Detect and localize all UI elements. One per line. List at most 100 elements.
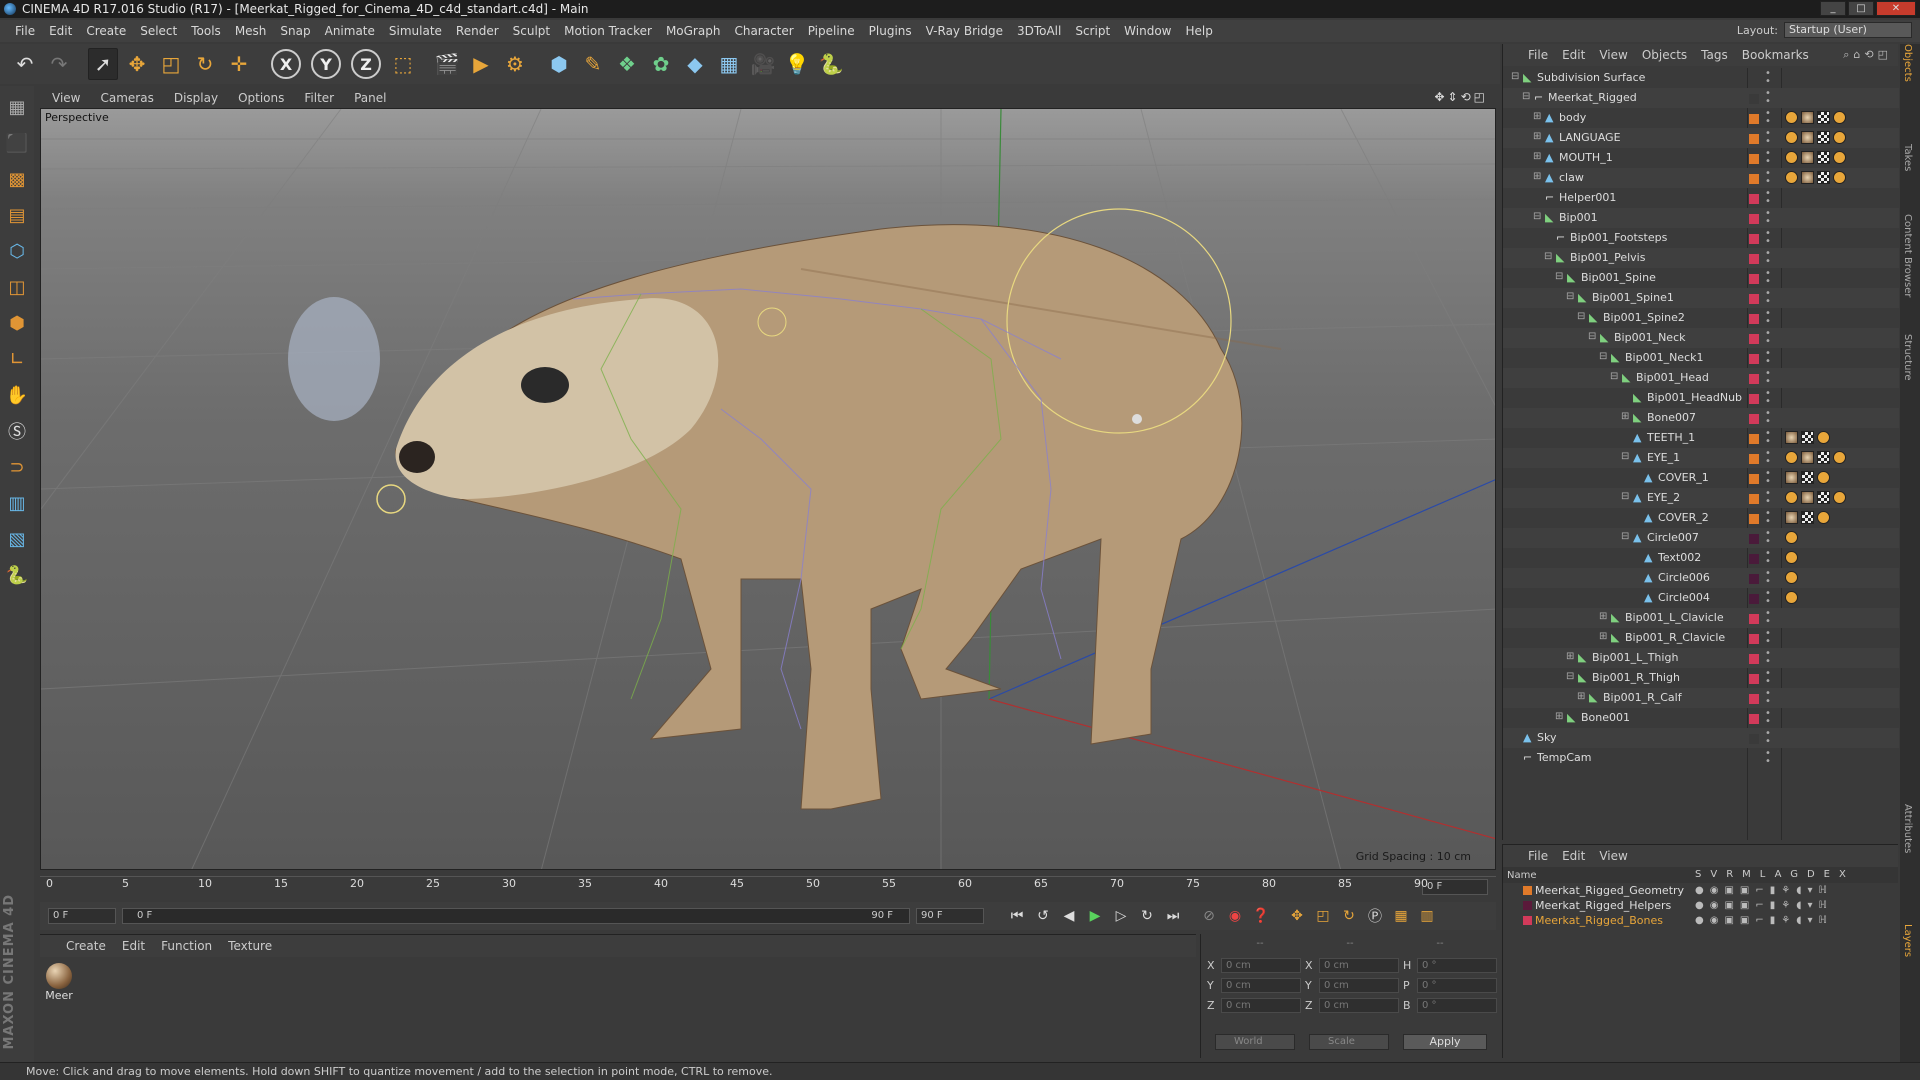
keyframe-selection-icon[interactable]: ❓: [1248, 904, 1274, 928]
object-menu-file[interactable]: File: [1521, 48, 1555, 62]
texture-tag-icon[interactable]: [1817, 131, 1830, 144]
layer-color-swatch[interactable]: [1749, 254, 1759, 264]
object-row[interactable]: ⊟ ▲ EYE_2 • •: [1503, 488, 1899, 508]
visibility-dots-icon[interactable]: • •: [1765, 69, 1771, 87]
record-keys-icon[interactable]: ⊘: [1196, 904, 1222, 928]
object-row[interactable]: ⊟ ◣ Bip001_Head • •: [1503, 368, 1899, 388]
visibility-dots-icon[interactable]: • •: [1765, 109, 1771, 127]
visibility-dots-icon[interactable]: • •: [1765, 509, 1771, 527]
x-axis-lock-button[interactable]: X: [271, 49, 301, 79]
expand-toggle-icon[interactable]: ⊟: [1577, 311, 1585, 322]
next-frame-icon[interactable]: ▷: [1108, 904, 1134, 928]
layer-color-swatch[interactable]: [1749, 534, 1759, 544]
weight-tag-icon[interactable]: [1785, 171, 1798, 184]
object-row[interactable]: ⊞ ▲ body • •: [1503, 108, 1899, 128]
object-menu-tags[interactable]: Tags: [1694, 48, 1735, 62]
object-menu-bookmarks[interactable]: Bookmarks: [1735, 48, 1816, 62]
visibility-dots-icon[interactable]: • •: [1765, 649, 1771, 667]
object-row[interactable]: ⊞ ▲ claw • •: [1503, 168, 1899, 188]
expand-toggle-icon[interactable]: ⊞: [1599, 611, 1607, 622]
visibility-dots-icon[interactable]: • •: [1765, 389, 1771, 407]
position-y-field[interactable]: 0 cm: [1221, 978, 1301, 993]
expand-toggle-icon[interactable]: ⊟: [1544, 251, 1552, 262]
visibility-dots-icon[interactable]: • •: [1765, 709, 1771, 727]
render-view-icon[interactable]: 🎬: [432, 48, 462, 80]
model-mode-icon[interactable]: ⬛: [3, 128, 31, 158]
texture-tag-icon[interactable]: [1817, 451, 1830, 464]
timeline-ruler[interactable]: 0 F 0 5 10 15 20 25 30 35 40 45 50 55 60 65 70 75 80 85 90: [40, 876, 1496, 896]
key-rotation-icon[interactable]: ↻: [1336, 904, 1362, 928]
object-row[interactable]: ⊟ ⌐ Meerkat_Rigged • •: [1503, 88, 1899, 108]
deformer-icon[interactable]: ◆: [680, 48, 710, 80]
layer-color-swatch[interactable]: [1749, 474, 1759, 484]
visibility-dots-icon[interactable]: • •: [1765, 429, 1771, 447]
layer-menu-file[interactable]: File: [1521, 849, 1555, 863]
size-z-field[interactable]: 0 cm: [1319, 998, 1399, 1013]
layer-color-swatch[interactable]: [1749, 654, 1759, 664]
layer-color-swatch[interactable]: [1749, 174, 1759, 184]
visibility-dots-icon[interactable]: • •: [1765, 309, 1771, 327]
layer-color-swatch[interactable]: [1749, 374, 1759, 384]
menu-item-create[interactable]: Create: [79, 24, 133, 38]
visibility-dots-icon[interactable]: • •: [1765, 349, 1771, 367]
expand-toggle-icon[interactable]: ⊞: [1533, 131, 1541, 142]
object-row[interactable]: ⌐ Helper001 • •: [1503, 188, 1899, 208]
layer-color-swatch[interactable]: [1749, 354, 1759, 364]
expand-toggle-icon[interactable]: ⊟: [1621, 451, 1629, 462]
object-row[interactable]: ⊟ ◣ Bip001_R_Thigh • •: [1503, 668, 1899, 688]
visibility-dots-icon[interactable]: • •: [1765, 189, 1771, 207]
redo-icon[interactable]: ↷: [44, 48, 74, 80]
expand-toggle-icon[interactable]: ⊞: [1566, 651, 1574, 662]
side-tab-content-browser[interactable]: Content Browser: [1902, 214, 1913, 297]
expand-toggle-icon[interactable]: ⊞: [1555, 711, 1563, 722]
points-mode-icon[interactable]: ⬡: [3, 236, 31, 266]
visibility-dots-icon[interactable]: • •: [1765, 629, 1771, 647]
planar-workplane-icon[interactable]: ▧: [3, 524, 31, 554]
rotation-b-field[interactable]: 0 °: [1417, 998, 1497, 1013]
material-tag-icon[interactable]: [1801, 451, 1814, 464]
layer-menu-edit[interactable]: Edit: [1555, 849, 1592, 863]
weight-tag-icon[interactable]: [1785, 551, 1798, 564]
visibility-dots-icon[interactable]: • •: [1765, 729, 1771, 747]
layer-color-swatch[interactable]: [1749, 494, 1759, 504]
go-to-end-icon[interactable]: ⏭: [1160, 904, 1186, 928]
menu-item-mograph[interactable]: MoGraph: [659, 24, 728, 38]
weight-tag-icon[interactable]: [1785, 531, 1798, 544]
weight-tag-icon[interactable]: [1785, 491, 1798, 504]
object-menu-view[interactable]: View: [1592, 48, 1634, 62]
layer-color-swatch[interactable]: [1749, 434, 1759, 444]
z-axis-lock-button[interactable]: Z: [351, 49, 381, 79]
object-row[interactable]: ⊟ ◣ Bip001_Spine • •: [1503, 268, 1899, 288]
workplane-icon[interactable]: ▤: [3, 200, 31, 230]
rotate-tool-icon[interactable]: ↻: [190, 48, 220, 80]
menu-item-edit[interactable]: Edit: [42, 24, 79, 38]
menu-item-plugins[interactable]: Plugins: [862, 24, 919, 38]
layer-color-swatch[interactable]: [1749, 634, 1759, 644]
visibility-dots-icon[interactable]: • •: [1765, 749, 1771, 767]
key-pla-icon[interactable]: ▦: [1388, 904, 1414, 928]
expand-toggle-icon[interactable]: ⊟: [1588, 331, 1596, 342]
layer-color-swatch[interactable]: [1749, 394, 1759, 404]
material-menu-function[interactable]: Function: [153, 939, 220, 953]
size-mode-dropdown[interactable]: Scale: [1309, 1034, 1389, 1050]
layer-color-swatch[interactable]: [1749, 514, 1759, 524]
expand-toggle-icon[interactable]: ⊟: [1566, 671, 1574, 682]
coordinate-mode-dropdown[interactable]: World: [1215, 1034, 1295, 1050]
play-icon[interactable]: ▶: [1082, 904, 1108, 928]
layer-row[interactable]: Meerkat_Rigged_Geometry ●◉▣▣⌐▮⚘◖▾ℍ: [1503, 883, 1898, 898]
frame-range-slider[interactable]: 0 F 90 F: [122, 908, 910, 924]
layer-color-swatch[interactable]: [1749, 714, 1759, 724]
layer-color-swatch[interactable]: [1749, 594, 1759, 604]
weight-tag-icon[interactable]: [1785, 131, 1798, 144]
texture-tag-icon[interactable]: [1817, 151, 1830, 164]
y-axis-lock-button[interactable]: Y: [311, 49, 341, 79]
position-x-field[interactable]: 0 cm: [1221, 958, 1301, 973]
select-tool-icon[interactable]: ➚: [88, 48, 118, 80]
layer-color-swatch[interactable]: [1749, 234, 1759, 244]
material-tag-icon[interactable]: [1785, 431, 1798, 444]
floor-scene-icon[interactable]: ▦: [714, 48, 744, 80]
render-picture-viewer-icon[interactable]: ▶: [466, 48, 496, 80]
timeline-settings-icon[interactable]: ▥: [1414, 904, 1440, 928]
menu-item-window[interactable]: Window: [1117, 24, 1178, 38]
layer-color-swatch[interactable]: [1749, 294, 1759, 304]
